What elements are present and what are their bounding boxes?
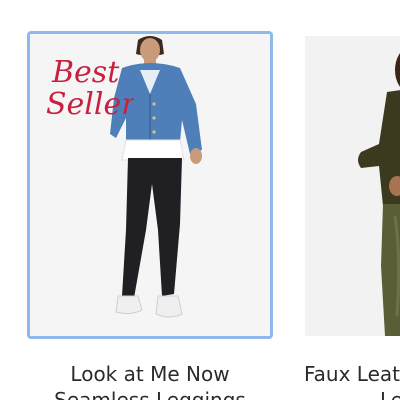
product-image-frame[interactable]: Best Seller	[27, 31, 273, 339]
product-carousel: Best Seller Look at Me Now Seamless Legg…	[0, 0, 400, 400]
best-seller-badge: Best Seller	[44, 50, 137, 122]
product-name-line-1[interactable]: Look at Me Now	[0, 362, 300, 386]
product-image[interactable]	[305, 36, 400, 336]
badge-line-best: Best	[51, 55, 120, 90]
product-name-line-1[interactable]: Faux Leat	[304, 362, 400, 386]
product-image-frame[interactable]	[305, 36, 400, 336]
product-name-line-2[interactable]: Le	[380, 388, 400, 400]
product-name-line-2[interactable]: Seamless Leggings	[0, 388, 300, 400]
badge-line-seller: Seller	[46, 87, 134, 122]
